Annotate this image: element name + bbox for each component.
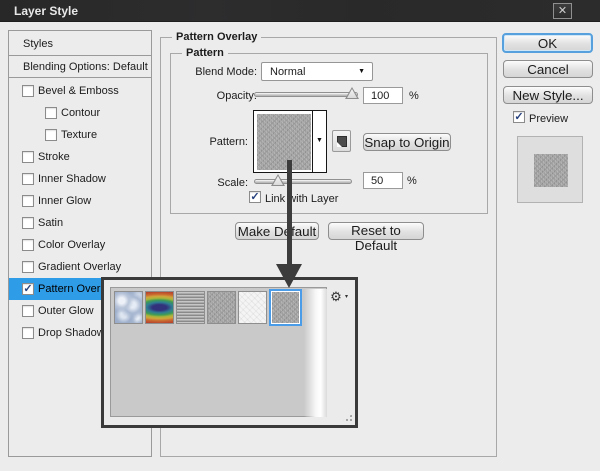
- layer-style-dialog: { "window": { "title": "Layer Style" }, …: [0, 0, 600, 471]
- ok-label: OK: [537, 35, 558, 51]
- new-style-button[interactable]: New Style...: [503, 86, 593, 104]
- snap-to-origin-label: Snap to Origin: [364, 134, 450, 150]
- sidebar-item-label: Bevel & Emboss: [38, 85, 119, 97]
- sidebar-header-label: Styles: [23, 38, 53, 50]
- cancel-label: Cancel: [527, 61, 569, 77]
- drop-shadow-checkbox[interactable]: [22, 327, 34, 339]
- bubbles-pattern-thumbnail[interactable]: [114, 291, 143, 324]
- pattern-label: Pattern:: [209, 136, 248, 148]
- cancel-button[interactable]: Cancel: [503, 60, 593, 78]
- sidebar-item-inner-glow[interactable]: Inner Glow: [9, 190, 151, 212]
- gray-noise-pattern-thumbnail[interactable]: [207, 291, 236, 324]
- sidebar-item-label: Texture: [61, 129, 98, 141]
- sidebar-item-label: Stroke: [38, 151, 70, 163]
- opacity-value: 100: [371, 90, 390, 102]
- sidebar-item-label: Inner Shadow: [38, 173, 106, 185]
- annotation-arrow-line: [287, 160, 292, 270]
- pattern-picker-well: [110, 287, 327, 417]
- new-preset-icon: [337, 136, 347, 147]
- contour-checkbox[interactable]: [45, 107, 57, 119]
- pattern-picker-popup: ⚙ ▾: [101, 277, 358, 428]
- preview-thumbnail-box: [517, 136, 583, 203]
- link-with-layer-checkbox[interactable]: ✓: [249, 191, 261, 203]
- swatch-divider: [312, 111, 313, 172]
- pattern-overlay-group-title: Pattern Overlay: [172, 31, 262, 43]
- ok-button[interactable]: OK: [502, 33, 593, 53]
- opacity-slider-track[interactable]: [254, 92, 358, 97]
- satin-checkbox[interactable]: [22, 217, 34, 229]
- link-with-layer-label: Link with Layer: [265, 193, 339, 205]
- scale-value: 50: [371, 175, 384, 187]
- make-default-label: Make Default: [237, 223, 317, 239]
- gear-menu-caret-icon[interactable]: ▾: [345, 293, 348, 300]
- gradient-overlay-checkbox[interactable]: [22, 261, 34, 273]
- resize-grip[interactable]: [341, 414, 352, 423]
- blend-mode-label: Blend Mode:: [195, 66, 257, 78]
- chevron-down-icon[interactable]: ▼: [316, 137, 323, 144]
- sidebar-item-label: Gradient Overlay: [38, 261, 122, 273]
- sidebar-item-inner-shadow[interactable]: Inner Shadow: [9, 168, 151, 190]
- sidebar-item-bevel-emboss[interactable]: Bevel & Emboss: [9, 80, 151, 102]
- preview-pattern-image: [534, 154, 568, 187]
- annotation-arrow-head-icon: [276, 264, 302, 288]
- window-title: Layer Style: [14, 4, 79, 18]
- gear-icon[interactable]: ⚙: [328, 289, 344, 305]
- pattern-overlay-checkbox[interactable]: ✓: [22, 283, 34, 295]
- sidebar-item-satin[interactable]: Satin: [9, 212, 151, 234]
- outer-glow-checkbox[interactable]: [22, 305, 34, 317]
- current-pattern-thumbnail[interactable]: [257, 114, 311, 170]
- selected-noise-pattern-thumbnail[interactable]: [271, 291, 300, 324]
- sidebar-item-texture[interactable]: Texture: [9, 124, 151, 146]
- sidebar-item-blending-options[interactable]: Blending Options: Default: [9, 56, 151, 78]
- opacity-unit: %: [409, 90, 419, 102]
- scale-input[interactable]: 50: [363, 172, 403, 189]
- sidebar-item-label: Satin: [38, 217, 64, 229]
- scale-label: Scale:: [217, 177, 248, 189]
- color-overlay-checkbox[interactable]: [22, 239, 34, 251]
- weave-pattern-thumbnail[interactable]: [176, 291, 205, 324]
- sidebar-item-label: Outer Glow: [38, 305, 94, 317]
- scale-unit: %: [407, 175, 417, 187]
- texture-checkbox[interactable]: [45, 129, 57, 141]
- preview-checkbox[interactable]: ✓: [513, 111, 525, 123]
- new-preset-button[interactable]: [332, 130, 351, 152]
- pattern-group-title: Pattern: [182, 47, 228, 59]
- inner-glow-checkbox[interactable]: [22, 195, 34, 207]
- inner-shadow-checkbox[interactable]: [22, 173, 34, 185]
- bevel-emboss-checkbox[interactable]: [22, 85, 34, 97]
- chevron-down-icon: ▼: [358, 68, 365, 75]
- sidebar-item-label: Drop Shadow: [38, 327, 105, 339]
- blend-mode-dropdown[interactable]: Normal ▼: [261, 62, 373, 81]
- tie-dye-pattern-thumbnail[interactable]: [145, 291, 174, 324]
- opacity-input[interactable]: 100: [363, 87, 403, 104]
- new-style-label: New Style...: [512, 87, 584, 103]
- picker-scroll-area: [304, 289, 327, 417]
- title-bar[interactable]: Layer Style ✕: [0, 0, 600, 22]
- sidebar-item-label: Color Overlay: [38, 239, 106, 251]
- blending-options-label: Blending Options: Default: [23, 61, 148, 73]
- light-noise-pattern-thumbnail[interactable]: [238, 291, 267, 324]
- scale-slider-thumb[interactable]: [271, 174, 285, 186]
- sidebar-item-gradient-overlay[interactable]: Gradient Overlay: [9, 256, 151, 278]
- reset-to-default-label: Reset to Default: [351, 223, 401, 253]
- sidebar-item-label: Contour: [61, 107, 101, 119]
- opacity-label: Opacity:: [216, 90, 257, 102]
- make-default-button[interactable]: Make Default: [235, 222, 319, 240]
- sidebar-header: Styles: [9, 31, 151, 56]
- preview-label: Preview: [529, 113, 569, 125]
- blend-mode-value: Normal: [270, 66, 306, 78]
- sidebar-item-color-overlay[interactable]: Color Overlay: [9, 234, 151, 256]
- close-icon[interactable]: ✕: [553, 3, 572, 19]
- reset-to-default-button[interactable]: Reset to Default: [328, 222, 424, 253]
- snap-to-origin-button[interactable]: Snap to Origin: [363, 133, 451, 151]
- sidebar-item-label: Inner Glow: [38, 195, 92, 207]
- sidebar-item-stroke[interactable]: Stroke: [9, 146, 151, 168]
- scale-slider-track[interactable]: [254, 179, 352, 184]
- opacity-slider-thumb[interactable]: [345, 87, 359, 99]
- stroke-checkbox[interactable]: [22, 151, 34, 163]
- sidebar-item-contour[interactable]: Contour: [9, 102, 151, 124]
